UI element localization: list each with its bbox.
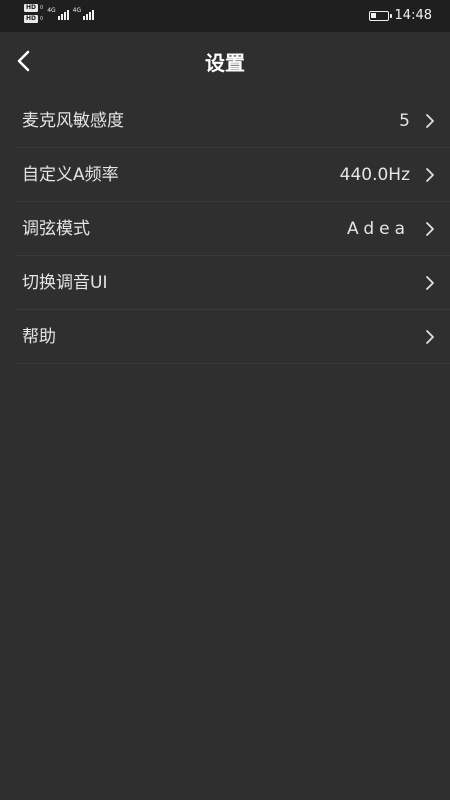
settings-list: 麦克风敏感度 5 自定义A频率 440.0Hz 调弦模式 Adea 切换调音UI… [0, 94, 450, 364]
status-left-icons: HD 0 HD 0 4G 4G [24, 4, 95, 28]
battery-icon [368, 11, 392, 21]
setting-label: 帮助 [22, 327, 56, 347]
setting-custom-a-frequency[interactable]: 自定义A频率 440.0Hz [16, 148, 450, 202]
hd-indicators: HD 0 HD 0 [24, 4, 43, 23]
chevron-right-icon [426, 276, 434, 290]
battery-fill [370, 13, 376, 18]
setting-label: 麦克风敏感度 [22, 111, 124, 131]
setting-value: Adea [347, 219, 410, 239]
title-bar: 设置 [0, 32, 450, 94]
setting-label: 调弦模式 [22, 219, 90, 239]
setting-switch-tuner-ui[interactable]: 切换调音UI [16, 256, 450, 310]
hd-indicator-bottom: HD 0 [24, 15, 44, 23]
status-right: 14:48 [368, 7, 432, 25]
hd-icon: HD [24, 4, 39, 12]
setting-label: 自定义A频率 [22, 165, 119, 185]
signal-icon: 4G [73, 8, 95, 20]
chevron-right-icon [426, 114, 434, 128]
chevron-right-icon [426, 222, 434, 236]
setting-value: 440.0Hz [339, 165, 410, 185]
setting-tuning-mode[interactable]: 调弦模式 Adea [16, 202, 450, 256]
hd-icon: HD [24, 15, 39, 23]
setting-mic-sensitivity[interactable]: 麦克风敏感度 5 [16, 94, 450, 148]
setting-value: 5 [399, 111, 410, 131]
status-bar: HD 0 HD 0 4G 4G 14:48 [0, 0, 450, 32]
setting-help[interactable]: 帮助 [16, 310, 450, 364]
page-title: 设置 [205, 51, 245, 75]
signal-icon: 4G [47, 8, 69, 20]
chevron-right-icon [426, 168, 434, 182]
setting-label: 切换调音UI [22, 273, 108, 293]
chevron-right-icon [426, 330, 434, 344]
hd-indicator-top: HD 0 [24, 4, 44, 12]
status-time: 14:48 [394, 8, 432, 23]
